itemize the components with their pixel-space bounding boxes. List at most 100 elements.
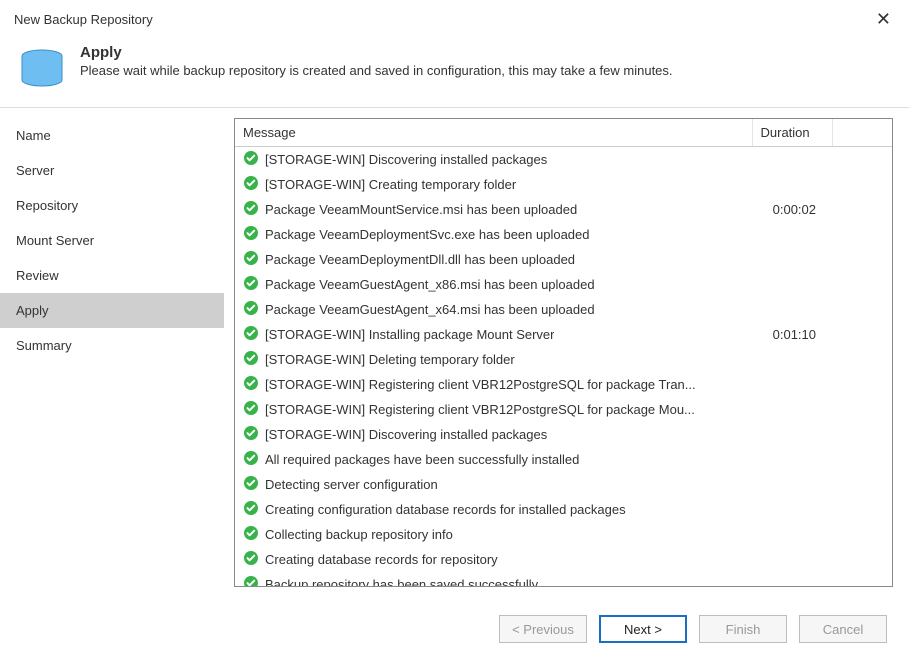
log-row[interactable]: [STORAGE-WIN] Discovering installed pack… <box>235 147 892 173</box>
sidebar-item-repository[interactable]: Repository <box>0 188 224 223</box>
log-row-message-cell: [STORAGE-WIN] Registering client VBR12Po… <box>235 397 752 422</box>
log-row-duration <box>752 422 832 447</box>
log-row-message-cell: Package VeeamMountService.msi has been u… <box>235 197 752 222</box>
check-icon <box>243 500 259 519</box>
log-row-message-cell: [STORAGE-WIN] Discovering installed pack… <box>235 147 752 172</box>
check-icon <box>243 575 259 586</box>
log-row-spacer <box>832 497 892 522</box>
log-row-message-cell: Package VeeamDeploymentSvc.exe has been … <box>235 222 752 247</box>
check-icon <box>243 425 259 444</box>
sidebar-item-name[interactable]: Name <box>0 118 224 153</box>
log-row-message: Backup repository has been saved success… <box>265 577 538 586</box>
log-row-message-cell: Package VeeamGuestAgent_x86.msi has been… <box>235 272 752 297</box>
log-row-spacer <box>832 372 892 397</box>
log-row-message: Package VeeamGuestAgent_x86.msi has been… <box>265 277 595 292</box>
column-header-message[interactable]: Message <box>235 119 752 147</box>
log-row-message: Package VeeamDeploymentSvc.exe has been … <box>265 227 590 242</box>
log-row-duration <box>752 222 832 247</box>
check-icon <box>243 275 259 294</box>
check-icon <box>243 375 259 394</box>
log-row[interactable]: Package VeeamGuestAgent_x64.msi has been… <box>235 297 892 322</box>
sidebar-item-label: Summary <box>16 338 72 353</box>
log-row-spacer <box>832 472 892 497</box>
log-row-duration <box>752 522 832 547</box>
sidebar-item-summary[interactable]: Summary <box>0 328 224 363</box>
log-row-message-cell: Creating database records for repository <box>235 547 752 572</box>
log-row-spacer <box>832 397 892 422</box>
log-row[interactable]: Creating database records for repository <box>235 547 892 572</box>
log-row-message: Creating configuration database records … <box>265 502 626 517</box>
log-row-message-cell: [STORAGE-WIN] Registering client VBR12Po… <box>235 372 752 397</box>
check-icon <box>243 400 259 419</box>
log-row[interactable]: [STORAGE-WIN] Installing package Mount S… <box>235 322 892 347</box>
log-row-spacer <box>832 147 892 173</box>
log-row-message-cell: Detecting server configuration <box>235 472 752 497</box>
log-row-spacer <box>832 447 892 472</box>
log-row-message: [STORAGE-WIN] Registering client VBR12Po… <box>265 402 695 417</box>
sidebar-item-apply[interactable]: Apply <box>0 293 224 328</box>
sidebar-item-label: Review <box>16 268 59 283</box>
cancel-button: Cancel <box>799 615 887 643</box>
log-row-message: Collecting backup repository info <box>265 527 453 542</box>
log-row[interactable]: [STORAGE-WIN] Registering client VBR12Po… <box>235 397 892 422</box>
log-row-spacer <box>832 422 892 447</box>
log-row[interactable]: Package VeeamMountService.msi has been u… <box>235 197 892 222</box>
sidebar-item-server[interactable]: Server <box>0 153 224 188</box>
log-row[interactable]: [STORAGE-WIN] Deleting temporary folder <box>235 347 892 372</box>
log-row-duration <box>752 272 832 297</box>
sidebar-item-mount-server[interactable]: Mount Server <box>0 223 224 258</box>
log-row-spacer <box>832 222 892 247</box>
check-icon <box>243 250 259 269</box>
log-row-message: [STORAGE-WIN] Registering client VBR12Po… <box>265 377 696 392</box>
next-button[interactable]: Next > <box>599 615 687 643</box>
previous-button: < Previous <box>499 615 587 643</box>
check-icon <box>243 200 259 219</box>
log-row-message: [STORAGE-WIN] Discovering installed pack… <box>265 152 547 167</box>
sidebar-item-label: Name <box>16 128 51 143</box>
log-row-spacer <box>832 272 892 297</box>
sidebar-item-review[interactable]: Review <box>0 258 224 293</box>
close-icon[interactable]: ✕ <box>870 8 897 30</box>
column-header-duration[interactable]: Duration <box>752 119 832 147</box>
window-title: New Backup Repository <box>14 12 153 27</box>
log-row-duration <box>752 297 832 322</box>
log-row-message: [STORAGE-WIN] Creating temporary folder <box>265 177 516 192</box>
log-row-duration <box>752 547 832 572</box>
log-row[interactable]: Detecting server configuration <box>235 472 892 497</box>
log-row[interactable]: Collecting backup repository info <box>235 522 892 547</box>
log-row-duration <box>752 572 832 586</box>
check-icon <box>243 450 259 469</box>
check-icon <box>243 550 259 569</box>
check-icon <box>243 325 259 344</box>
log-row-message: Detecting server configuration <box>265 477 438 492</box>
log-row-duration <box>752 347 832 372</box>
log-row[interactable]: Package VeeamDeploymentSvc.exe has been … <box>235 222 892 247</box>
log-row-message-cell: [STORAGE-WIN] Deleting temporary folder <box>235 347 752 372</box>
log-row-duration <box>752 397 832 422</box>
page-title: Apply <box>80 44 673 61</box>
log-row-duration: 0:00:02 <box>752 197 832 222</box>
log-row-message: All required packages have been successf… <box>265 452 579 467</box>
wizard-footer: < Previous Next > Finish Cancel <box>0 597 909 661</box>
log-row[interactable]: All required packages have been successf… <box>235 447 892 472</box>
log-row-message: [STORAGE-WIN] Installing package Mount S… <box>265 327 554 342</box>
log-scroll-area[interactable]: Message Duration [STORAGE-WIN] Discoveri… <box>235 119 892 586</box>
main-panel: Message Duration [STORAGE-WIN] Discoveri… <box>224 108 909 597</box>
titlebar: New Backup Repository ✕ <box>0 0 909 36</box>
log-row[interactable]: Package VeeamGuestAgent_x86.msi has been… <box>235 272 892 297</box>
check-icon <box>243 475 259 494</box>
log-row[interactable]: [STORAGE-WIN] Creating temporary folder <box>235 172 892 197</box>
database-icon <box>18 44 66 95</box>
log-row-duration <box>752 247 832 272</box>
log-row[interactable]: [STORAGE-WIN] Registering client VBR12Po… <box>235 372 892 397</box>
log-row[interactable]: Package VeeamDeploymentDll.dll has been … <box>235 247 892 272</box>
log-row-duration <box>752 172 832 197</box>
log-row[interactable]: Backup repository has been saved success… <box>235 572 892 586</box>
log-row-message: Package VeeamMountService.msi has been u… <box>265 202 577 217</box>
log-row[interactable]: Creating configuration database records … <box>235 497 892 522</box>
log-row-duration <box>752 447 832 472</box>
log-row-duration <box>752 372 832 397</box>
log-row-spacer <box>832 247 892 272</box>
log-row-message: [STORAGE-WIN] Deleting temporary folder <box>265 352 515 367</box>
log-row[interactable]: [STORAGE-WIN] Discovering installed pack… <box>235 422 892 447</box>
